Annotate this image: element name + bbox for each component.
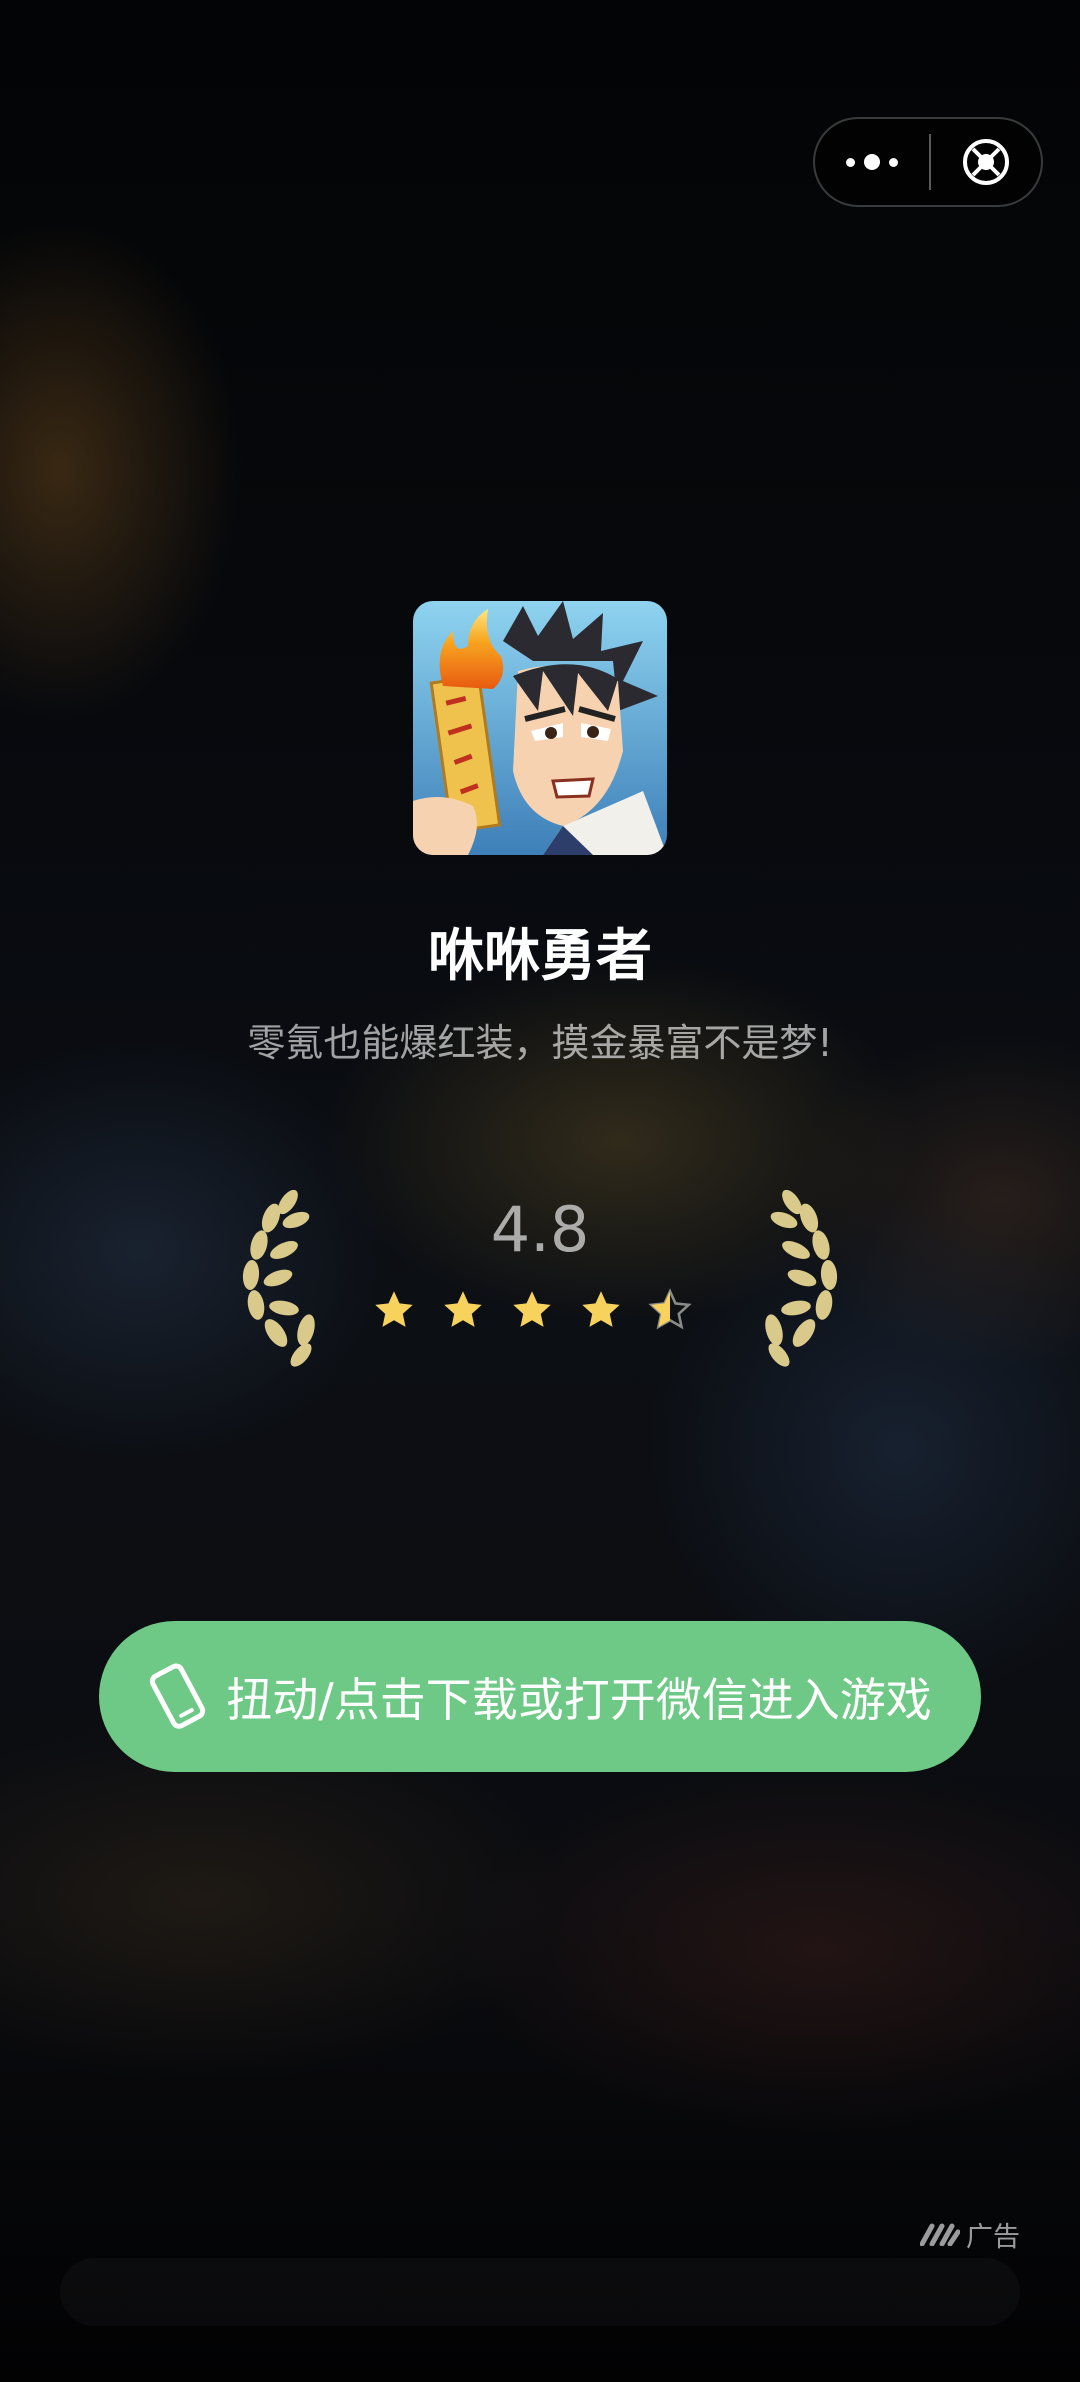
rating-block: 4.8 bbox=[0, 1180, 1080, 1380]
phone-tilt-icon bbox=[150, 1662, 206, 1729]
ad-splash-screen: 咻咻勇者 零氪也能爆红装，摸金暴富不是梦! 4.8 扭动/点击下载或打开微信进入… bbox=[0, 0, 1080, 2382]
rating-score: 4.8 bbox=[490, 1193, 590, 1266]
star-full-icon bbox=[375, 1291, 413, 1327]
close-target-icon bbox=[963, 139, 1009, 185]
star-half-icon bbox=[648, 1288, 692, 1330]
star-full-icon bbox=[444, 1291, 482, 1327]
laurel-right-icon bbox=[765, 1190, 838, 1367]
ad-logo-icon bbox=[920, 2223, 960, 2246]
bottom-blurred-bar bbox=[60, 2258, 1020, 2326]
ad-tag: 广告 bbox=[920, 2214, 1020, 2254]
more-dots-icon bbox=[846, 154, 898, 170]
close-button[interactable] bbox=[931, 119, 1041, 205]
download-cta-button[interactable]: 扭动/点击下载或打开微信进入游戏 bbox=[99, 1621, 981, 1772]
app-title: 咻咻勇者 bbox=[428, 924, 652, 989]
star-full-icon bbox=[513, 1291, 551, 1327]
star-full-icon bbox=[582, 1291, 620, 1327]
more-button[interactable] bbox=[815, 119, 929, 205]
game-avatar-icon[interactable] bbox=[413, 601, 667, 855]
mini-program-capsule bbox=[813, 117, 1043, 207]
ad-label: 广告 bbox=[966, 2221, 1020, 2253]
app-slogan: 零氪也能爆红装，摸金暴富不是梦! bbox=[247, 1021, 833, 1065]
cta-label: 扭动/点击下载或打开微信进入游戏 bbox=[226, 1672, 932, 1727]
rating-stars bbox=[372, 1288, 708, 1344]
